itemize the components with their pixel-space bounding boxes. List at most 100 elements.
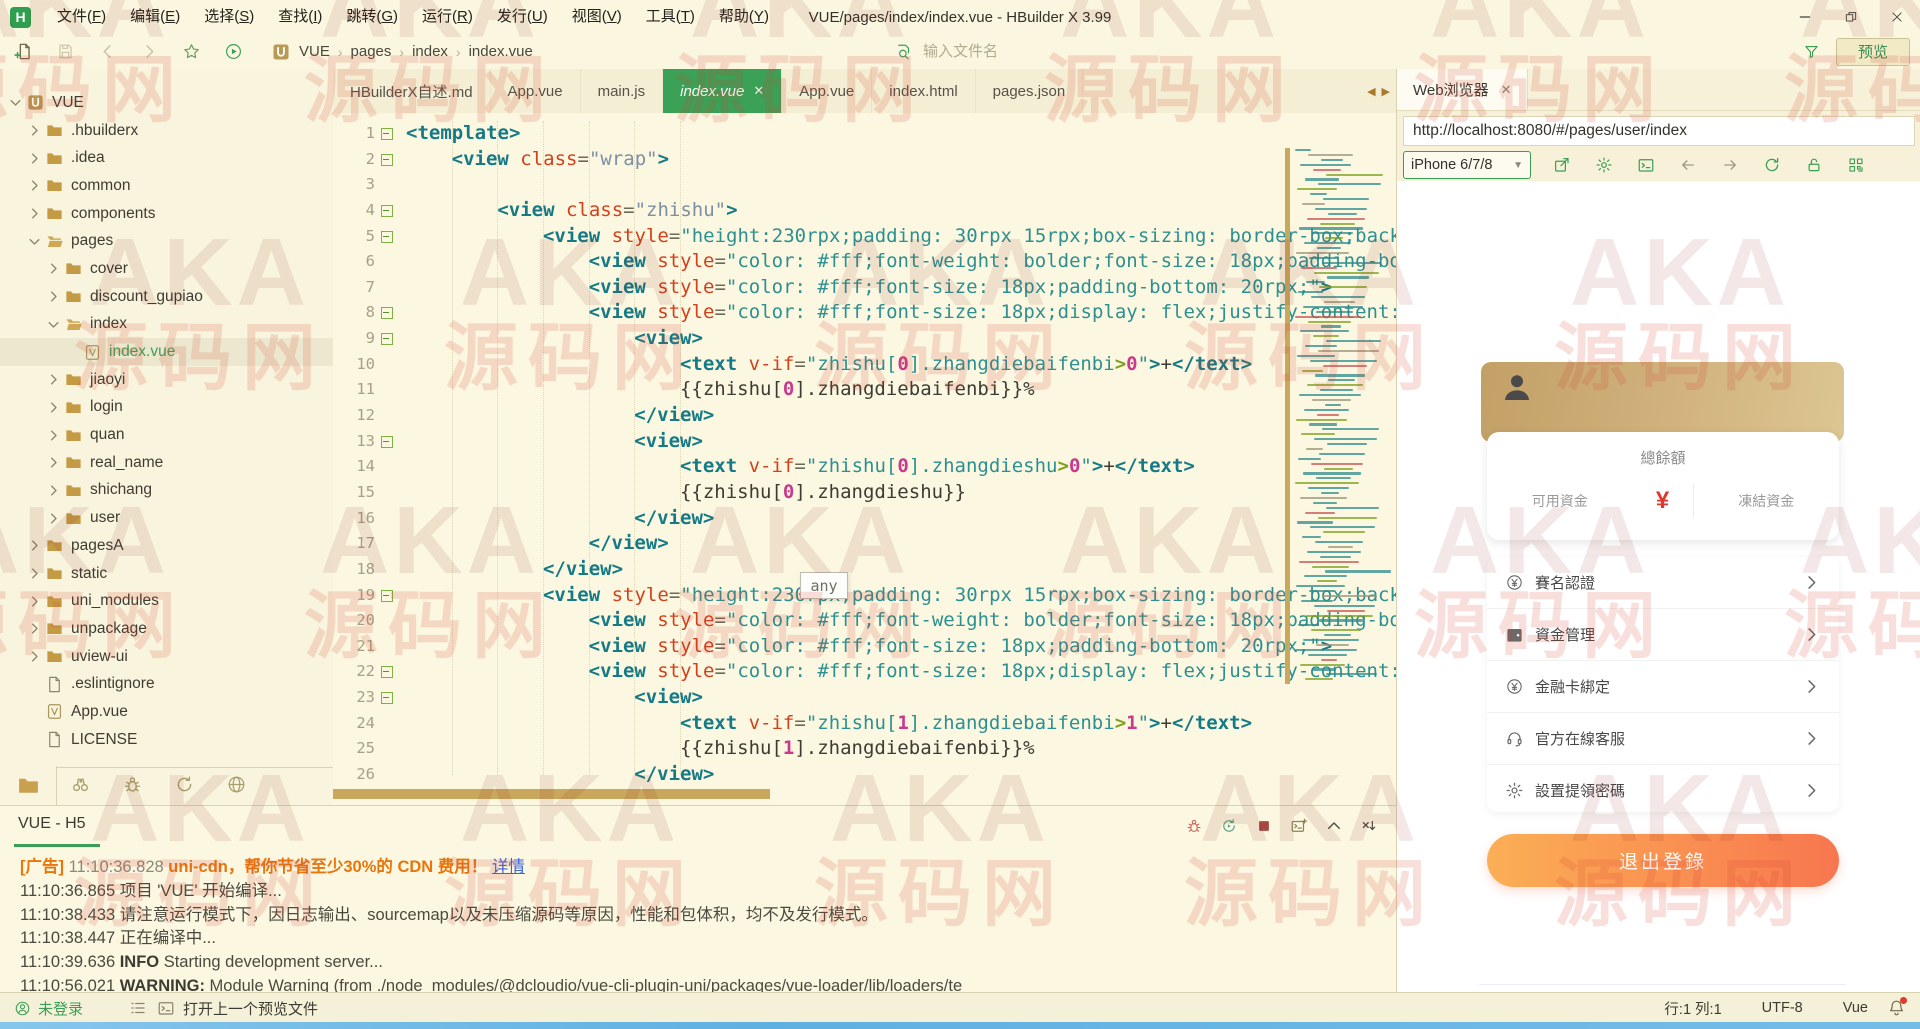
encoding[interactable]: UTF-8: [1762, 1000, 1803, 1016]
details-link[interactable]: 详情: [492, 858, 525, 876]
breadcrumb-item[interactable]: VUE: [299, 43, 330, 60]
web-panel-icon[interactable]: [226, 774, 247, 795]
menu-item-官方在線客服[interactable]: 官方在線客服: [1487, 713, 1839, 765]
chevron-right-icon[interactable]: [27, 123, 42, 138]
editor-tab-main.js[interactable]: main.js: [581, 69, 664, 113]
tree-item-static[interactable]: static: [0, 560, 333, 588]
menu-T[interactable]: 工具(T): [634, 0, 707, 34]
tree-item-components[interactable]: components: [0, 200, 333, 228]
editor-tab-App.vue[interactable]: App.vue: [782, 69, 872, 113]
close-button[interactable]: [1874, 0, 1920, 34]
filter-icon[interactable]: [1803, 43, 1820, 60]
fold-marker-icon[interactable]: [379, 685, 396, 711]
lock-icon[interactable]: [1805, 156, 1823, 174]
menu-item-資金管理[interactable]: 資金管理: [1487, 609, 1839, 661]
tree-item-cover[interactable]: cover: [0, 255, 333, 283]
chevron-right-icon[interactable]: [27, 538, 42, 553]
tree-item-real_name[interactable]: real_name: [0, 449, 333, 477]
tree-item-quan[interactable]: quan: [0, 421, 333, 449]
fold-marker-icon[interactable]: [379, 121, 396, 147]
phone-tab-個人訊息[interactable]: 個人訊息: [1754, 985, 1846, 992]
stop-icon[interactable]: [1255, 817, 1273, 835]
tree-item-App.vue[interactable]: App.vue: [0, 698, 333, 726]
menu-R[interactable]: 运行(R): [410, 0, 485, 34]
browser-back-icon[interactable]: [1679, 156, 1697, 174]
new-file-button[interactable]: [14, 42, 33, 61]
browser-refresh-icon[interactable]: [1763, 156, 1781, 174]
menu-V[interactable]: 视图(V): [560, 0, 634, 34]
open-previous-preview[interactable]: 打开上一个预览文件: [183, 998, 318, 1019]
editor-tab-index.html[interactable]: index.html: [872, 69, 975, 113]
phone-tab-首頁[interactable]: 首頁: [1479, 985, 1571, 992]
chevron-right-icon[interactable]: [46, 455, 61, 470]
close-tab-icon[interactable]: ✕: [753, 83, 764, 99]
notifications-bell[interactable]: [1887, 998, 1906, 1017]
search-panel-icon[interactable]: [70, 774, 91, 795]
tree-item-index.vue[interactable]: index.vue: [0, 338, 333, 366]
file-search[interactable]: [895, 34, 1145, 69]
editor-tab-pages.json[interactable]: pages.json: [976, 69, 1084, 113]
editor-tab-App.vue[interactable]: App.vue: [491, 69, 581, 113]
tree-item-pagesA[interactable]: pagesA: [0, 532, 333, 560]
menu-U[interactable]: 发行(U): [485, 0, 560, 34]
files-panel-tab[interactable]: [0, 766, 57, 805]
open-in-browser-icon[interactable]: [1553, 156, 1571, 174]
minimize-button[interactable]: [1782, 0, 1828, 34]
chevron-right-icon[interactable]: [27, 566, 42, 581]
breadcrumb[interactable]: VUE›pages›index›index.vue: [271, 42, 533, 62]
breadcrumb-item[interactable]: index.vue: [469, 43, 533, 60]
device-selector[interactable]: iPhone 6/7/8 ▼: [1403, 151, 1531, 179]
menu-G[interactable]: 跳转(G): [334, 0, 410, 34]
tree-item-.hbuilderx[interactable]: .hbuilderx: [0, 117, 333, 145]
preview-button[interactable]: 预览: [1836, 38, 1910, 66]
vertical-scrollbar[interactable]: [1285, 148, 1290, 684]
qrcode-icon[interactable]: [1847, 156, 1865, 174]
collapse-console-icon[interactable]: [1325, 817, 1343, 835]
minimap[interactable]: [1295, 143, 1391, 805]
menu-item-金融卡綁定[interactable]: 金融卡綁定: [1487, 661, 1839, 713]
rerun-icon[interactable]: [174, 774, 195, 795]
tab-scroll-right-icon[interactable]: ▶: [1382, 85, 1390, 98]
breadcrumb-item[interactable]: index: [412, 43, 448, 60]
menu-E[interactable]: 编辑(E): [118, 0, 192, 34]
tree-item-index[interactable]: index: [0, 311, 333, 339]
tree-item-discount_gupiao[interactable]: discount_gupiao: [0, 283, 333, 311]
terminal-icon[interactable]: [157, 999, 175, 1017]
menu-S[interactable]: 选择(S): [192, 0, 266, 34]
chevron-right-icon[interactable]: [27, 178, 42, 193]
tab-scroll-left-icon[interactable]: ◀: [1367, 85, 1375, 98]
chevron-right-icon[interactable]: [27, 621, 42, 636]
fold-marker-icon[interactable]: [379, 583, 396, 609]
browser-forward-icon[interactable]: [1721, 156, 1739, 174]
editor-tab-HBuilderX自述.md[interactable]: HBuilderX自述.md: [333, 69, 491, 113]
menu-Y[interactable]: 帮助(Y): [707, 0, 781, 34]
tree-item-common[interactable]: common: [0, 172, 333, 200]
chevron-right-icon[interactable]: [27, 649, 42, 664]
list-icon[interactable]: [129, 999, 147, 1017]
debug-panel-icon[interactable]: [122, 774, 143, 795]
fold-marker-icon[interactable]: [379, 224, 396, 250]
fold-marker-icon[interactable]: [379, 147, 396, 173]
menu-F[interactable]: 文件(F): [45, 0, 118, 34]
url-bar[interactable]: [1403, 116, 1915, 146]
debug-icon[interactable]: [1185, 817, 1203, 835]
console-tab[interactable]: VUE - H5: [18, 815, 86, 833]
chevron-down-icon[interactable]: [8, 95, 23, 110]
restore-button[interactable]: [1828, 0, 1874, 34]
restart-icon[interactable]: [1220, 817, 1238, 835]
clear-console-icon[interactable]: [1360, 817, 1378, 835]
tree-item-jiaoyi[interactable]: jiaoyi: [0, 366, 333, 394]
fold-marker-icon[interactable]: [379, 429, 396, 455]
tab-scroll-arrows[interactable]: ◀ ▶: [1367, 69, 1390, 113]
breadcrumb-item[interactable]: pages: [351, 43, 392, 60]
menu-item-設置提領密碼[interactable]: 設置提領密碼: [1487, 765, 1839, 816]
browser-tab[interactable]: Web浏览器 ✕: [1397, 69, 1528, 110]
back-button[interactable]: [98, 42, 117, 61]
tree-item-pages[interactable]: pages: [0, 227, 333, 255]
chevron-right-icon[interactable]: [46, 428, 61, 443]
chevron-down-icon[interactable]: [27, 234, 42, 249]
tree-item-LICENSE[interactable]: LICENSE: [0, 726, 333, 754]
tree-item-.idea[interactable]: .idea: [0, 144, 333, 172]
tree-item-uview-ui[interactable]: uview-ui: [0, 643, 333, 671]
code-area[interactable]: 1<template>2<view class="wrap">34<view c…: [333, 113, 1396, 805]
